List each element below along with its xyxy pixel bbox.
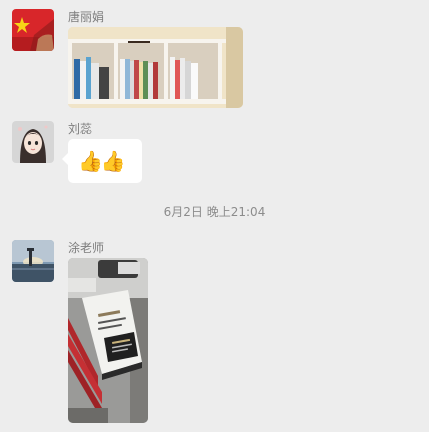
- bookshelf-photo[interactable]: [68, 27, 243, 108]
- thumbs-up-emoji: 👍👍: [78, 149, 126, 173]
- avatar-tang-lijuan[interactable]: [12, 9, 54, 51]
- books-on-desk-photo[interactable]: [68, 258, 148, 423]
- sender-name: 涂老师: [68, 241, 105, 255]
- sunset-avatar-image: [12, 240, 54, 282]
- sender-name: 刘蕊: [68, 122, 93, 136]
- avatar-liu-rui[interactable]: [12, 121, 54, 163]
- emoji-message-bubble[interactable]: 👍👍: [62, 139, 142, 183]
- sender-name: 唐丽娟: [68, 10, 105, 24]
- message-timestamp: 6月2日 晚上21:04: [163, 205, 266, 219]
- avatar-tu-laoshi[interactable]: [12, 240, 54, 282]
- girl-avatar-image: [12, 121, 54, 163]
- flag-avatar-image: [12, 9, 54, 51]
